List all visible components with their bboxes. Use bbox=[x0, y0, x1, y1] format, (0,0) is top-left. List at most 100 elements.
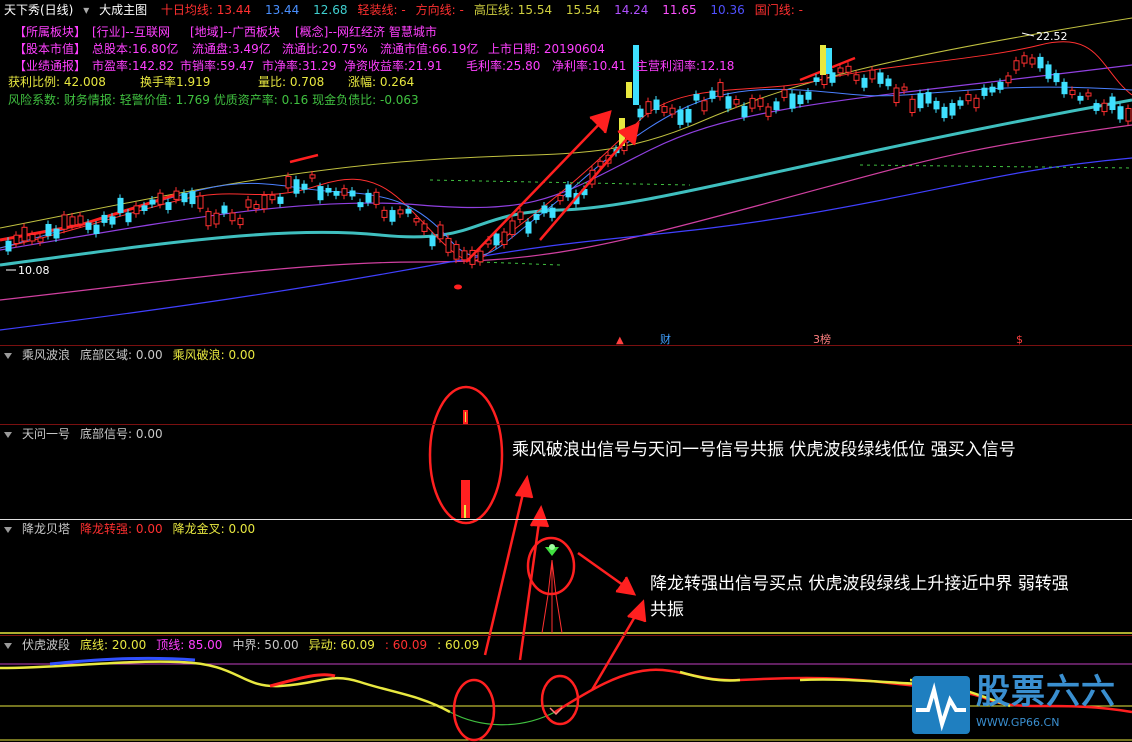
candle-body bbox=[453, 244, 460, 260]
candle-body bbox=[421, 223, 428, 232]
info-cell: 总股本:16.80亿 bbox=[92, 42, 179, 56]
highlight-candle bbox=[626, 82, 632, 98]
candle-body bbox=[45, 223, 52, 237]
info-cell: 【股本市值】 bbox=[14, 42, 87, 56]
candle-body bbox=[301, 183, 308, 190]
candle-body bbox=[349, 190, 356, 197]
candle-body bbox=[861, 77, 868, 88]
panel-title-p1[interactable]: 乘风波浪 底部区域: 0.00 乘风破浪: 0.00 bbox=[4, 347, 275, 363]
chart-name[interactable]: 大成主图 bbox=[99, 3, 147, 17]
candle-body bbox=[253, 204, 260, 210]
candle-body bbox=[1021, 55, 1028, 64]
panel-value: 中界: 50.00 bbox=[232, 638, 299, 652]
candle-body bbox=[709, 90, 716, 99]
candle-body bbox=[205, 211, 212, 227]
candle-body bbox=[53, 228, 60, 239]
candle-body bbox=[397, 209, 404, 215]
candle-body bbox=[157, 192, 164, 205]
candle-body bbox=[517, 211, 524, 220]
candle-body bbox=[525, 221, 532, 234]
candle-body bbox=[765, 106, 772, 117]
pulse-icon bbox=[916, 682, 966, 732]
indicator-item: 14.24 bbox=[610, 3, 649, 17]
candle-body bbox=[549, 207, 556, 218]
candle-body bbox=[1013, 60, 1020, 71]
panel-value: 乘风破浪: 0.00 bbox=[172, 348, 256, 362]
collapse-icon[interactable] bbox=[4, 526, 12, 533]
candle-body bbox=[125, 212, 132, 223]
panel-name-p4: 伏虎波段 bbox=[22, 638, 71, 652]
candle-body bbox=[1117, 106, 1124, 120]
separator-p1 bbox=[0, 345, 1132, 346]
candle-body bbox=[741, 105, 748, 118]
candle-body bbox=[949, 103, 956, 116]
candle-body bbox=[1005, 75, 1012, 84]
candle-body bbox=[853, 74, 860, 81]
panel-value: 底部区域: 0.00 bbox=[80, 348, 163, 362]
cai-marker[interactable]: 财 bbox=[660, 332, 671, 346]
green-signal-dot bbox=[549, 544, 555, 550]
candle-body bbox=[245, 199, 252, 208]
candle-body bbox=[325, 187, 332, 193]
wave-line-green bbox=[449, 711, 556, 726]
candle-body bbox=[1069, 89, 1076, 96]
candle-body bbox=[221, 205, 228, 214]
dropdown-icon[interactable]: ▾ bbox=[83, 3, 89, 17]
panel-title-p2[interactable]: 天问一号 底部信号: 0.00 bbox=[4, 426, 183, 442]
candle-body bbox=[645, 101, 652, 114]
candle-body bbox=[789, 93, 796, 109]
low-marker bbox=[454, 284, 462, 290]
candle-body bbox=[661, 106, 668, 113]
candle-body bbox=[261, 194, 268, 210]
panel-title-p3[interactable]: 降龙贝塔 降龙转强: 0.00 降龙金叉: 0.00 bbox=[4, 521, 275, 537]
panel-title-p4[interactable]: 伏虎波段 底线: 20.00 顶线: 85.00 中界: 50.00 异动: 60.09… bbox=[4, 637, 499, 653]
info-cell: [地域]--广西板块 bbox=[190, 25, 281, 39]
panel-values-p3: 降龙转强: 0.00 降龙金叉: 0.00 bbox=[80, 522, 265, 536]
indicator-item: 十日均线: 13.44 bbox=[160, 3, 252, 17]
candle-body bbox=[869, 69, 876, 80]
info-cell: 【业绩通报】 bbox=[14, 59, 87, 73]
candle-body bbox=[1077, 95, 1084, 101]
panel-value: 底线: 20.00 bbox=[80, 638, 147, 652]
candle-body bbox=[21, 226, 28, 242]
candle-body bbox=[1061, 81, 1068, 95]
collapse-icon[interactable] bbox=[4, 431, 12, 438]
candle-body bbox=[701, 100, 708, 112]
candle-body bbox=[85, 222, 92, 230]
candle-body bbox=[37, 237, 44, 243]
panel-value: 降龙转强: 0.00 bbox=[80, 522, 163, 536]
panel-value: 底部信号: 0.00 bbox=[80, 427, 163, 441]
candle-body bbox=[685, 108, 692, 123]
wave-line-yellow-2 bbox=[679, 670, 741, 682]
candle-body bbox=[341, 188, 348, 196]
candle-body bbox=[357, 202, 364, 208]
candle-body bbox=[773, 101, 780, 110]
candle-body bbox=[493, 233, 500, 246]
chart-canvas: 22.52 10.08 ▲ 财 3榜 $ bbox=[0, 17, 1132, 742]
highlight-candle bbox=[826, 48, 832, 74]
info-cell: 流通盘:3.49亿 bbox=[192, 42, 271, 56]
panel-value: 顶线: 85.00 bbox=[156, 638, 223, 652]
candle-body bbox=[1101, 102, 1108, 113]
candle-body bbox=[541, 205, 548, 214]
collapse-icon[interactable] bbox=[4, 352, 12, 359]
indicator-item: 国门线: - bbox=[754, 3, 803, 17]
candle-body bbox=[829, 72, 836, 83]
candle-body bbox=[965, 94, 972, 102]
info-cell: 流通比:20.75% bbox=[282, 42, 368, 56]
candle-body bbox=[381, 209, 388, 218]
candle-body bbox=[925, 92, 932, 104]
bang-marker[interactable]: 3榜 bbox=[813, 332, 831, 346]
candle-body bbox=[501, 231, 508, 245]
candle-body bbox=[77, 215, 84, 225]
watermark-brand: 股票六六 bbox=[976, 672, 1116, 712]
candle-body bbox=[781, 89, 788, 98]
candle-body bbox=[837, 67, 844, 74]
candle-body bbox=[909, 98, 916, 113]
collapse-icon[interactable] bbox=[4, 642, 12, 649]
candle-body bbox=[285, 175, 292, 189]
separator-p4 bbox=[0, 635, 1132, 636]
candle-body bbox=[373, 191, 380, 205]
stock-title[interactable]: 天下秀(日线) bbox=[4, 3, 73, 17]
candle-body bbox=[653, 99, 660, 110]
